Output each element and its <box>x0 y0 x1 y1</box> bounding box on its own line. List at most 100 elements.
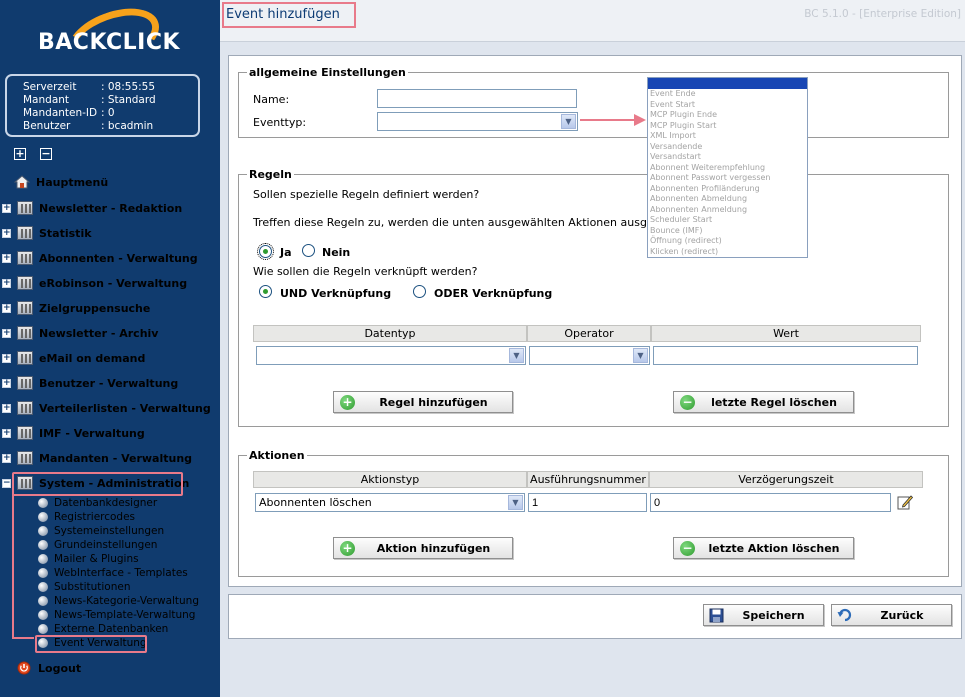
verzoegerungszeit-input[interactable] <box>650 493 891 512</box>
expand-icon[interactable]: + <box>2 453 11 463</box>
menu-item-benutzer[interactable]: + Benutzer - Verwaltung <box>0 372 178 394</box>
eventtype-select[interactable]: ▼ <box>377 112 578 131</box>
add-rule-button[interactable]: + Regel hinzufügen <box>333 391 513 413</box>
submenu-item[interactable]: Grundeinstellungen <box>38 538 157 552</box>
expand-icon[interactable]: + <box>2 403 11 413</box>
collapse-icon[interactable]: − <box>2 478 11 488</box>
expand-icon[interactable]: + <box>2 303 11 313</box>
delete-action-button[interactable]: − letzte Aktion löschen <box>673 537 854 559</box>
collapse-all-button[interactable]: − <box>40 148 52 160</box>
menu-item-zielgruppensuche[interactable]: + Zielgruppensuche <box>0 297 150 319</box>
chevron-down-icon[interactable]: ▼ <box>509 348 524 363</box>
menu-label: Statistik <box>39 226 92 240</box>
expand-all-button[interactable]: + <box>14 148 26 160</box>
submenu-item[interactable]: Systemeinstellungen <box>38 524 164 538</box>
column-header-datentyp: Datentyp <box>253 325 527 342</box>
rules-no-radio[interactable] <box>302 244 315 257</box>
or-radio[interactable] <box>413 285 426 298</box>
aktionstyp-select[interactable]: Abonnenten löschen ▼ <box>255 493 525 512</box>
dropdown-option[interactable]: Abonnenten Profiländerung <box>648 184 807 195</box>
edit-icon[interactable] <box>897 494 913 510</box>
minus-circle-icon: − <box>680 540 695 556</box>
menu-item-newsletter-archiv[interactable]: + Newsletter - Archiv <box>0 322 158 344</box>
rules-yes-radio[interactable] <box>257 243 274 260</box>
bullet-icon <box>38 596 48 606</box>
dropdown-option[interactable]: XML Import <box>648 131 807 142</box>
name-input[interactable] <box>377 89 577 108</box>
and-radio[interactable] <box>259 285 272 298</box>
chevron-down-icon[interactable]: ▼ <box>508 495 523 510</box>
menu-item-email-on-demand[interactable]: + eMail on demand <box>0 347 145 369</box>
dropdown-option[interactable]: Event Start <box>648 100 807 111</box>
submenu-item[interactable]: Externe Datenbanken <box>38 622 168 636</box>
add-action-button[interactable]: + Aktion hinzufügen <box>333 537 513 559</box>
menu-item-abonnenten[interactable]: + Abonnenten - Verwaltung <box>0 247 198 269</box>
folder-icon <box>17 326 33 340</box>
datentyp-select[interactable]: ▼ <box>256 346 526 365</box>
delete-rule-button[interactable]: − letzte Regel löschen <box>673 391 854 413</box>
ausfuehrungsnummer-input[interactable] <box>528 493 647 512</box>
folder-icon <box>17 351 33 365</box>
dropdown-option[interactable]: Abonnenten Abmeldung <box>648 194 807 205</box>
save-button[interactable]: Speichern <box>703 604 824 626</box>
menu-item-newsletter-redaktion[interactable]: + Newsletter - Redaktion <box>0 197 182 219</box>
expand-icon[interactable]: + <box>2 353 11 363</box>
folder-icon <box>17 376 33 390</box>
dropdown-option-selected[interactable] <box>648 78 807 89</box>
expand-icon[interactable]: + <box>2 253 11 263</box>
dropdown-option[interactable]: Abonnenten Anmeldung <box>648 205 807 216</box>
folder-icon <box>17 251 33 265</box>
menu-item-imf[interactable]: + IMF - Verwaltung <box>0 422 145 444</box>
rules-yes-label: Ja <box>280 246 292 259</box>
dropdown-option[interactable]: Abonnent Passwort vergessen <box>648 173 807 184</box>
menu-item-verteilerlisten[interactable]: + Verteilerlisten - Verwaltung <box>0 397 211 419</box>
operator-select[interactable]: ▼ <box>529 346 650 365</box>
expand-icon[interactable]: + <box>2 278 11 288</box>
dropdown-option[interactable]: Scheduler Start <box>648 215 807 226</box>
expand-icon[interactable]: + <box>2 378 11 388</box>
chevron-down-icon[interactable]: ▼ <box>633 348 648 363</box>
dropdown-option[interactable]: Öffnung (redirect) <box>648 236 807 247</box>
menu-item-hauptmenu[interactable]: Hauptmenü <box>14 171 108 193</box>
chevron-down-icon[interactable]: ▼ <box>561 114 576 129</box>
and-label: UND Verknüpfung <box>280 287 392 300</box>
submenu-item[interactable]: Datenbankdesigner <box>38 496 157 510</box>
menu-label: Benutzer - Verwaltung <box>39 376 179 390</box>
wert-input[interactable] <box>653 346 918 365</box>
minus-circle-icon: − <box>680 394 695 410</box>
submenu-item[interactable]: News-Kategorie-Verwaltung <box>38 594 199 608</box>
dropdown-option[interactable]: MCP Plugin Ende <box>648 110 807 121</box>
dropdown-option[interactable]: Event Ende <box>648 89 807 100</box>
submenu-item[interactable]: News-Template-Verwaltung <box>38 608 195 622</box>
dropdown-option[interactable]: Versandende <box>648 142 807 153</box>
page-title: Event hinzufügen <box>222 2 356 28</box>
info-key: Mandanten-ID <box>23 107 98 119</box>
menu-item-erobinson[interactable]: + eRobinson - Verwaltung <box>0 272 187 294</box>
menu-label: Abonnenten - Verwaltung <box>39 251 198 265</box>
submenu-item[interactable]: Mailer & Plugins <box>38 552 139 566</box>
submenu-item[interactable]: WebInterface - Templates <box>38 566 188 580</box>
dropdown-option[interactable]: Bounce (IMF) <box>648 226 807 237</box>
expand-icon[interactable]: + <box>2 228 11 238</box>
submenu-label: Datenbankdesigner <box>54 497 158 509</box>
expand-icon[interactable]: + <box>2 428 11 438</box>
submenu-label: Grundeinstellungen <box>54 539 158 551</box>
submenu-label: Systemeinstellungen <box>54 525 165 537</box>
info-key: Mandant <box>23 94 70 106</box>
submenu-item[interactable]: Substitutionen <box>38 580 131 594</box>
dropdown-option[interactable]: Versandstart <box>648 152 807 163</box>
bullet-icon <box>38 582 48 592</box>
menu-item-statistik[interactable]: + Statistik <box>0 222 92 244</box>
dropdown-option[interactable]: MCP Plugin Start <box>648 121 807 132</box>
back-button[interactable]: Zurück <box>831 604 952 626</box>
dropdown-option[interactable]: Abonnent Weiterempfehlung <box>648 163 807 174</box>
info-value: : 08:55:55 <box>101 81 156 93</box>
expand-icon[interactable]: + <box>2 203 11 213</box>
expand-icon[interactable]: + <box>2 328 11 338</box>
dropdown-option[interactable]: Klicken (redirect) <box>648 247 807 258</box>
menu-item-mandanten[interactable]: + Mandanten - Verwaltung <box>0 447 192 469</box>
bullet-icon <box>38 610 48 620</box>
eventtype-dropdown-list[interactable]: Event Ende Event Start MCP Plugin Ende M… <box>647 77 808 258</box>
menu-item-logout[interactable]: Logout <box>16 657 81 679</box>
submenu-item[interactable]: Registriercodes <box>38 510 135 524</box>
